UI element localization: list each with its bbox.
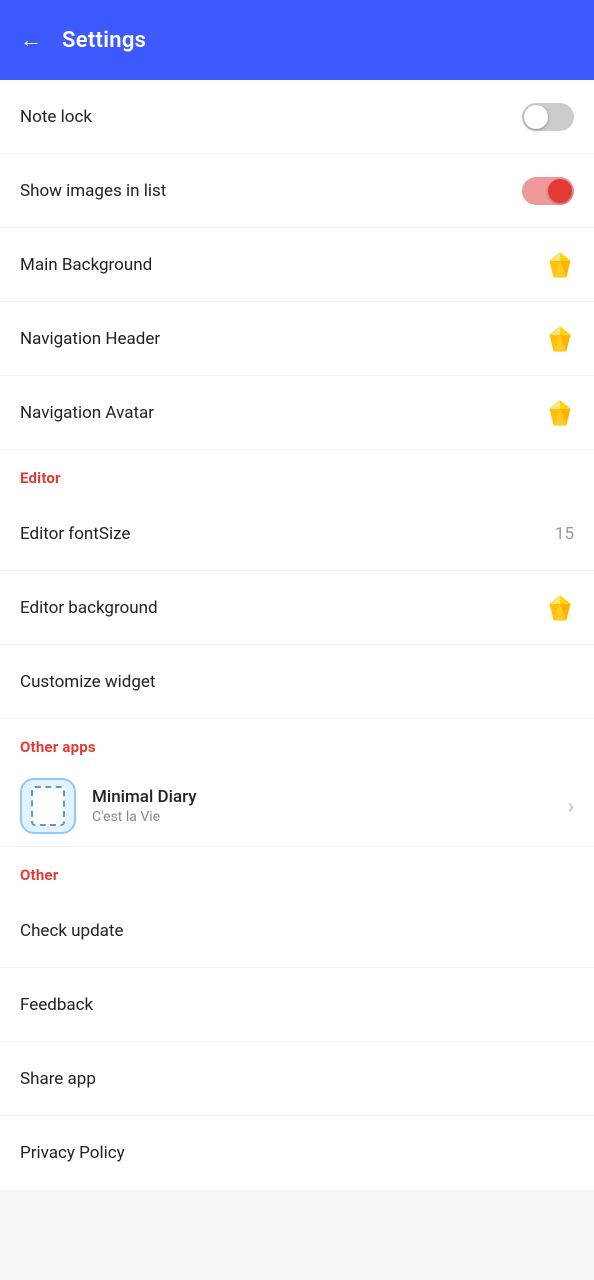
- customize-widget-label: Customize widget: [20, 672, 156, 692]
- editor-section-header: Editor: [0, 450, 594, 497]
- other-section-label: Other: [20, 866, 58, 884]
- note-lock-label: Note lock: [20, 107, 92, 127]
- setting-editor-fontsize[interactable]: Editor fontSize 15: [0, 497, 594, 571]
- setting-customize-widget[interactable]: Customize widget: [0, 645, 594, 719]
- premium-diamond-icon: [546, 325, 574, 353]
- setting-navigation-header[interactable]: Navigation Header: [0, 302, 594, 376]
- navigation-header-label: Navigation Header: [20, 329, 160, 349]
- editor-section-label: Editor: [20, 469, 61, 487]
- privacy-policy-label: Privacy Policy: [20, 1143, 125, 1163]
- app-name: Minimal Diary: [92, 787, 568, 807]
- setting-note-lock[interactable]: Note lock: [0, 80, 594, 154]
- back-button[interactable]: ←: [20, 27, 42, 53]
- page-title: Settings: [62, 28, 146, 53]
- premium-diamond-icon: [546, 594, 574, 622]
- editor-background-label: Editor background: [20, 598, 158, 618]
- setting-main-background[interactable]: Main Background: [0, 228, 594, 302]
- premium-diamond-icon: [546, 251, 574, 279]
- app-item-minimal-diary[interactable]: Minimal Diary C'est la Vie ›: [0, 766, 594, 847]
- setting-share-app[interactable]: Share app: [0, 1042, 594, 1116]
- chevron-right-icon: ›: [568, 794, 574, 818]
- settings-list: Note lock Show images in list Main Backg…: [0, 80, 594, 1190]
- other-apps-section-header: Other apps: [0, 719, 594, 766]
- show-images-toggle[interactable]: [522, 177, 574, 205]
- check-update-label: Check update: [20, 921, 124, 941]
- app-icon-inner: [31, 786, 65, 826]
- note-lock-toggle[interactable]: [522, 103, 574, 131]
- share-app-label: Share app: [20, 1069, 96, 1089]
- setting-navigation-avatar[interactable]: Navigation Avatar: [0, 376, 594, 450]
- setting-show-images[interactable]: Show images in list: [0, 154, 594, 228]
- minimal-diary-icon: [20, 778, 76, 834]
- feedback-label: Feedback: [20, 995, 93, 1015]
- setting-privacy-policy[interactable]: Privacy Policy: [0, 1116, 594, 1190]
- setting-feedback[interactable]: Feedback: [0, 968, 594, 1042]
- other-apps-section-label: Other apps: [20, 738, 96, 756]
- app-header: ← Settings: [0, 0, 594, 80]
- editor-fontsize-value: 15: [555, 524, 574, 544]
- app-subtitle: C'est la Vie: [92, 809, 568, 825]
- editor-fontsize-label: Editor fontSize: [20, 524, 130, 544]
- setting-editor-background[interactable]: Editor background: [0, 571, 594, 645]
- premium-diamond-icon: [546, 399, 574, 427]
- other-section-header: Other: [0, 847, 594, 894]
- app-info: Minimal Diary C'est la Vie: [92, 787, 568, 825]
- main-background-label: Main Background: [20, 255, 152, 275]
- show-images-label: Show images in list: [20, 181, 166, 201]
- navigation-avatar-label: Navigation Avatar: [20, 403, 154, 423]
- setting-check-update[interactable]: Check update: [0, 894, 594, 968]
